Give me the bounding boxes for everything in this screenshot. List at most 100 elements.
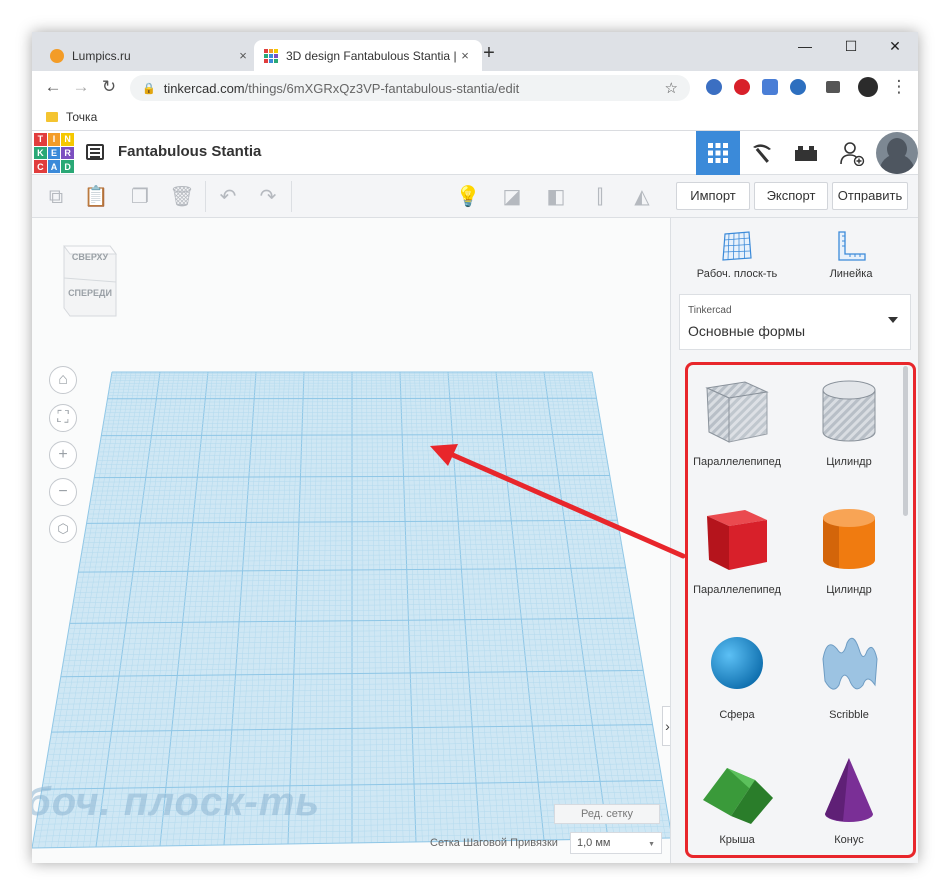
align-icon[interactable]: ⫿ <box>586 183 614 211</box>
fit-view-button[interactable]: ⛶ <box>49 404 77 432</box>
shape-cylinder[interactable]: Цилиндр <box>799 494 899 614</box>
minimize-button[interactable]: — <box>782 32 828 62</box>
extension-play-icon[interactable] <box>762 79 778 95</box>
shapes-scrollbar[interactable] <box>903 366 908 516</box>
shape-label: Крыша <box>719 834 755 846</box>
view-cube-top[interactable]: СВЕРХУ <box>62 252 118 262</box>
mirror-icon[interactable]: ◭ <box>628 183 656 211</box>
toolbar-divider <box>291 181 292 212</box>
shape-label: Цилиндр <box>826 584 872 596</box>
cylinder-icon <box>823 509 875 569</box>
shape-box-hole[interactable]: Параллелепипед <box>687 366 787 486</box>
roof-icon <box>703 768 773 824</box>
workplane-label: Рабоч. плоск-ть <box>696 268 778 280</box>
ruler-tool[interactable]: Линейка <box>801 230 901 280</box>
browser-menu-icon[interactable]: ⋮ <box>888 76 910 98</box>
app-header: TIN KER CAD Fantabulous Stantia <box>32 131 918 175</box>
workplane-grid[interactable] <box>32 218 670 863</box>
close-window-button[interactable]: ✕ <box>872 32 918 62</box>
shape-label: Параллелепипед <box>693 584 781 596</box>
lightbulb-icon[interactable]: 💡 <box>454 183 482 211</box>
shapes-grid: Параллелепипед Цилиндр Параллелепипед Ци… <box>687 366 901 856</box>
bookmark-label: Точка <box>66 110 98 124</box>
logo-letter: E <box>47 146 61 160</box>
design-list-icon[interactable] <box>86 144 104 160</box>
ruler-icon <box>838 231 866 261</box>
bookmark-folder-icon <box>46 112 58 122</box>
tab-lumpics[interactable]: Lumpics.ru × <box>40 40 260 71</box>
view-cube-front[interactable]: СПЕРЕДИ <box>62 288 118 298</box>
lumpics-favicon-icon <box>50 48 64 63</box>
view-cube[interactable]: СВЕРХУ СПЕРЕДИ <box>60 240 120 320</box>
maximize-button[interactable]: ☐ <box>828 32 874 62</box>
tinkercad-logo[interactable]: TIN KER CAD <box>34 133 74 173</box>
close-tab-icon[interactable]: × <box>236 48 250 63</box>
new-tab-button[interactable]: + <box>478 42 500 64</box>
shape-cone[interactable]: Конус <box>799 744 899 856</box>
close-tab-icon[interactable]: × <box>458 48 472 63</box>
home-view-button[interactable]: ⌂ <box>49 366 77 394</box>
shape-box[interactable]: Параллелепипед <box>687 494 787 614</box>
shape-scribble[interactable]: Scribble <box>799 619 899 739</box>
ruler-label: Линейка <box>829 268 873 280</box>
export-button[interactable]: Экспорт <box>754 182 828 210</box>
undo-icon[interactable]: ↶ <box>214 183 242 211</box>
extension-shield-icon[interactable] <box>706 79 722 95</box>
box-icon <box>707 510 767 570</box>
perspective-button[interactable]: ⬡ <box>49 515 77 543</box>
shape-sphere[interactable]: Сфера <box>687 619 787 739</box>
scribble-icon <box>822 637 878 690</box>
workspace-canvas[interactable]: СВЕРХУ СПЕРЕДИ ⌂ ⛶ + − ⬡ боч. плоск-ть Р… <box>32 218 670 863</box>
paste-icon[interactable]: 📋 <box>82 183 110 211</box>
cylinder-hole-icon <box>822 380 876 442</box>
snap-grid-select[interactable]: 1,0 мм <box>570 832 662 854</box>
tab-title: 3D design Fantabulous Stantia | T <box>286 48 458 63</box>
profile-avatar-icon[interactable] <box>858 77 878 97</box>
add-user-button[interactable] <box>830 131 874 175</box>
bookmark-star-icon[interactable]: ☆ <box>665 79 678 97</box>
logo-letter: I <box>47 133 61 146</box>
edit-grid-button[interactable]: Ред. сетку <box>554 804 660 824</box>
shape-label: Параллелепипед <box>693 456 781 468</box>
address-bar[interactable]: 🔒 tinkercad.com/things/6mXGRxQz3VP-fanta… <box>130 75 690 101</box>
group-icon[interactable]: ◪ <box>498 183 526 211</box>
library-owner: Tinkercad <box>688 305 732 316</box>
bookmarks-bar: Точка <box>32 104 918 131</box>
pickaxe-icon <box>753 144 771 163</box>
tab-tinkercad[interactable]: 3D design Fantabulous Stantia | T × <box>254 40 482 71</box>
mode-bricks-button[interactable] <box>784 131 828 175</box>
shape-library-select[interactable]: Tinkercad Основные формы <box>679 294 911 350</box>
zoom-out-button[interactable]: − <box>49 478 77 506</box>
copy-icon[interactable]: ⧉ <box>42 183 70 211</box>
ungroup-icon[interactable]: ◧ <box>542 183 570 211</box>
tab-strip: Lumpics.ru × 3D design Fantabulous Stant… <box>32 32 918 71</box>
library-name: Основные формы <box>688 323 806 339</box>
logo-letter: K <box>34 146 47 160</box>
sphere-icon <box>711 637 763 689</box>
collapse-panel-button[interactable]: › <box>662 706 670 746</box>
shape-cylinder-hole[interactable]: Цилиндр <box>799 366 899 486</box>
send-button[interactable]: Отправить <box>832 182 908 210</box>
workplane-icon <box>722 231 752 261</box>
extension-opera-icon[interactable] <box>734 79 750 95</box>
reload-button[interactable]: ↻ <box>98 76 120 98</box>
media-queue-icon[interactable] <box>826 81 840 93</box>
workplane-tool[interactable]: Рабоч. плоск-ть <box>687 230 787 280</box>
toolbar-divider <box>205 181 206 212</box>
extension-globe-icon[interactable] <box>790 79 806 95</box>
forward-button[interactable]: → <box>70 76 92 98</box>
mode-3d-grid-button[interactable] <box>696 131 740 175</box>
redo-icon[interactable]: ↷ <box>254 183 282 211</box>
import-button[interactable]: Импорт <box>676 182 750 210</box>
bookmark-item[interactable]: Точка <box>46 110 97 124</box>
delete-icon[interactable]: 🗑 <box>168 183 196 211</box>
mode-blocks-button[interactable] <box>740 131 784 175</box>
user-avatar[interactable] <box>876 132 918 174</box>
duplicate-icon[interactable]: ❐ <box>126 183 154 211</box>
design-title[interactable]: Fantabulous Stantia <box>118 143 261 160</box>
shape-label: Конус <box>834 834 864 846</box>
logo-letter: T <box>34 133 47 146</box>
shape-roof[interactable]: Крыша <box>687 744 787 856</box>
zoom-in-button[interactable]: + <box>49 441 77 469</box>
back-button[interactable]: ← <box>42 76 64 98</box>
